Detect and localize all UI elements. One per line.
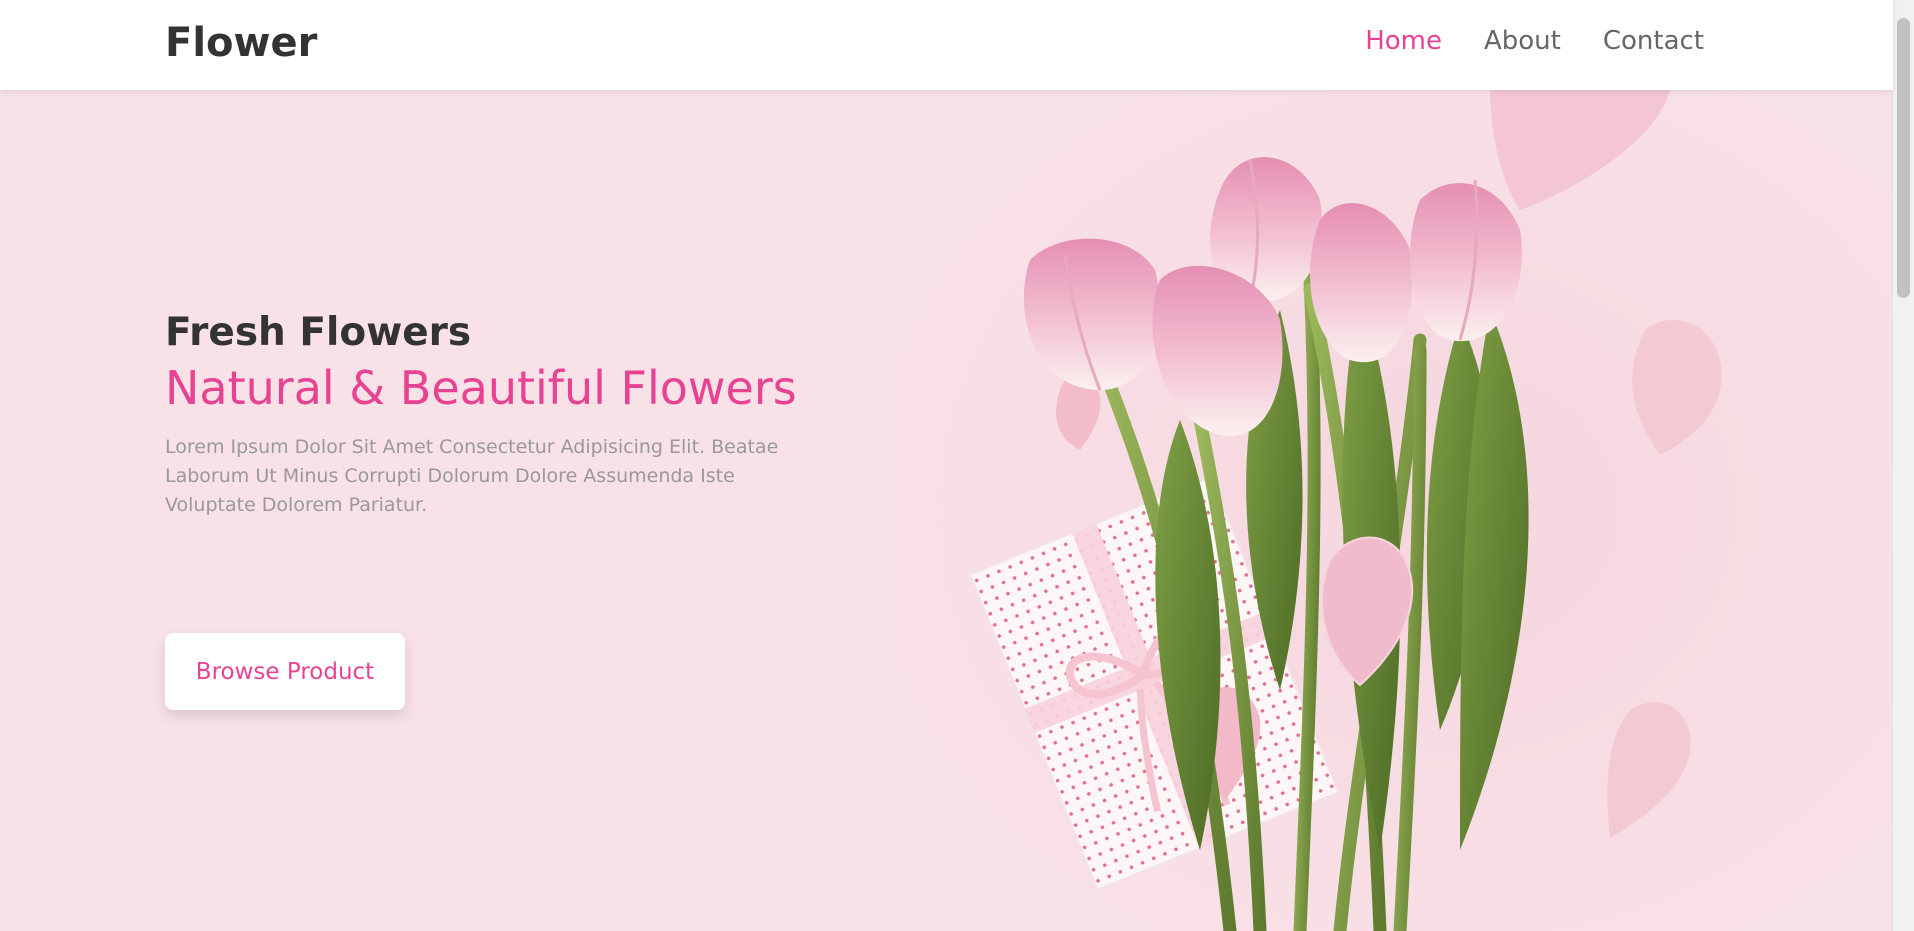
hero-subtitle: Fresh Flowers xyxy=(165,310,472,355)
hero-copy: Fresh Flowers Natural & Beautiful Flower… xyxy=(165,310,805,710)
scrollbar-thumb[interactable] xyxy=(1897,18,1910,298)
hero-section: Fresh Flowers Natural & Beautiful Flower… xyxy=(0,90,1893,931)
page-scrollbar[interactable] xyxy=(1892,0,1914,931)
main-nav: Home About Contact xyxy=(1365,26,1704,56)
nav-contact[interactable]: Contact xyxy=(1603,26,1704,56)
hero-title: Natural & Beautiful Flowers xyxy=(165,361,797,415)
nav-home[interactable]: Home xyxy=(1365,26,1442,56)
hero-description: Lorem Ipsum Dolor Sit Amet Consectetur A… xyxy=(165,436,779,516)
nav-about[interactable]: About xyxy=(1484,26,1561,56)
site-header: Flower Home About Contact xyxy=(0,0,1893,90)
browse-product-button[interactable]: Browse Product xyxy=(165,633,405,710)
logo[interactable]: Flower xyxy=(165,20,317,66)
tulips-bouquet-image xyxy=(900,90,1893,931)
